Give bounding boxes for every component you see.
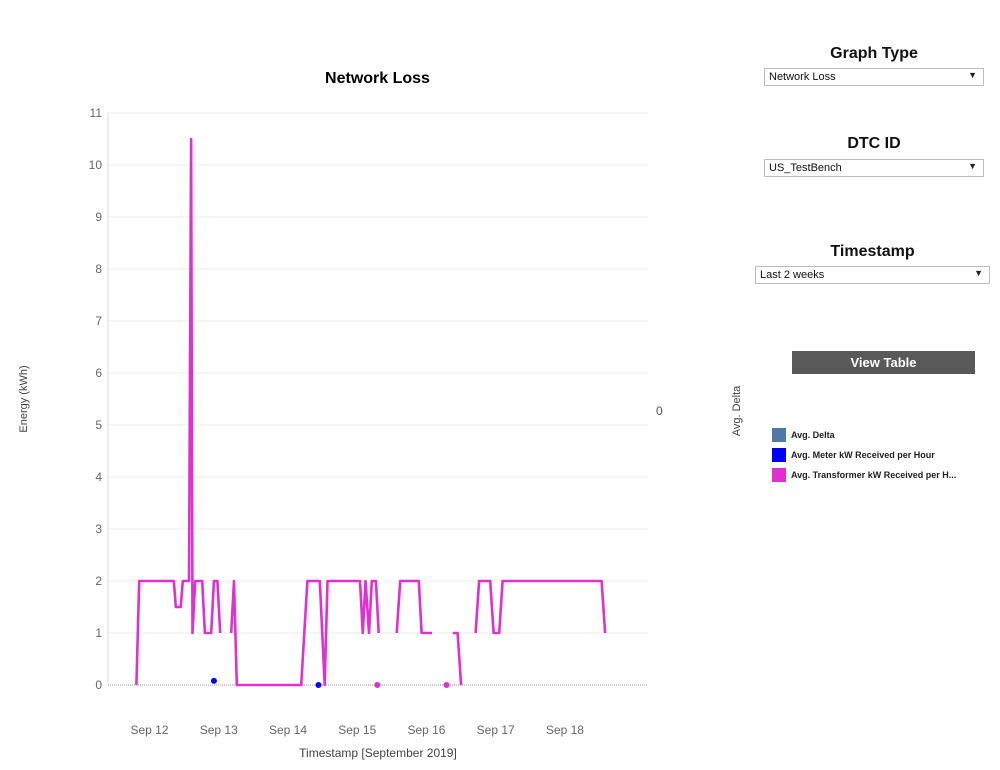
chart-title: Network Loss	[325, 70, 430, 87]
y-axis-title: Energy (kWh)	[18, 365, 30, 432]
x-tick-label: Sep 16	[407, 723, 445, 737]
caret-down-icon: ▼	[968, 161, 977, 171]
x-tick-label: Sep 15	[338, 723, 376, 737]
y-tick-label: 6	[95, 366, 102, 380]
x-tick-label: Sep 14	[269, 723, 307, 737]
series-point	[443, 682, 450, 688]
y-tick-label: 2	[95, 574, 102, 588]
graph-type-value: Network Loss	[769, 71, 836, 83]
chart-area: 0 1 2 3 4 5 6 7 8 9 10 11 Sep 12 Sep 13 Sep 14 Sep 15 Se…	[18, 106, 743, 760]
dtc-id-select[interactable]: US_TestBench ▼	[764, 159, 984, 177]
series-line	[135, 137, 222, 686]
legend-swatch	[772, 448, 786, 462]
view-table-button[interactable]: View Table	[792, 351, 975, 374]
y-tick-label: 0	[95, 678, 102, 692]
legend-label: Avg. Transformer kW Received per H...	[791, 470, 957, 480]
x-tick-label: Sep 13	[200, 723, 238, 737]
series-line	[452, 631, 463, 686]
caret-down-icon: ▼	[974, 268, 983, 278]
y-tick-label: 1	[95, 626, 102, 640]
x-tick-label: Sep 12	[131, 723, 169, 737]
legend-swatch	[772, 468, 786, 482]
legend-swatch	[772, 428, 786, 442]
y-tick-label: 4	[95, 470, 102, 484]
secondary-y-tick-label: 0	[656, 404, 663, 418]
timestamp-value: Last 2 weeks	[760, 269, 825, 281]
x-axis-title: Timestamp [September 2019]	[299, 746, 457, 760]
legend-label: Avg. Meter kW Received per Hour	[791, 450, 935, 460]
series-point	[374, 682, 381, 688]
graph-type-select[interactable]: Network Loss ▼	[764, 68, 984, 86]
series-point	[210, 677, 217, 684]
dtc-id-title: DTC ID	[847, 135, 901, 152]
series-line	[395, 579, 432, 635]
y-tick-label: 7	[95, 314, 102, 328]
x-tick-label: Sep 18	[546, 723, 584, 737]
legend-label: Avg. Delta	[791, 430, 835, 440]
timestamp-title: Timestamp	[830, 243, 915, 260]
secondary-y-axis-title: Avg. Delta	[731, 385, 743, 436]
dtc-id-value: US_TestBench	[769, 162, 842, 174]
caret-down-icon: ▼	[968, 70, 977, 80]
y-tick-label: 10	[89, 158, 103, 172]
y-tick-label: 8	[95, 262, 102, 276]
series-point	[315, 682, 322, 688]
x-tick-label: Sep 17	[477, 723, 515, 737]
timestamp-select[interactable]: Last 2 weeks ▼	[755, 266, 990, 284]
graph-type-title: Graph Type	[830, 45, 918, 62]
y-tick-label: 3	[95, 522, 102, 536]
y-tick-label: 9	[95, 210, 102, 224]
series-line	[474, 579, 607, 635]
y-tick-label: 11	[90, 106, 103, 120]
y-tick-label: 5	[95, 418, 102, 432]
